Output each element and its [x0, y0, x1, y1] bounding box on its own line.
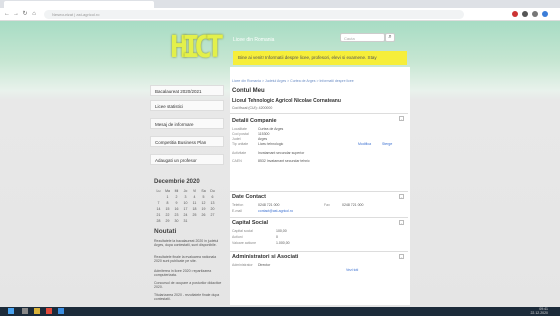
announcement-banner: Bine ai venit! Informatii despre licee, …: [233, 51, 407, 65]
url-text: Nesecurizat | ast-agricol.ro: [52, 12, 100, 17]
detail-row: Telefon 0248 721 000: [232, 203, 280, 207]
search-icon[interactable]: [22, 308, 28, 314]
reload-icon[interactable]: ↻: [22, 11, 28, 17]
calendar: Lu Ma Mi Jo Vi Sa Du 1 2 3 4 5 6 7 8 9 1…: [154, 189, 220, 225]
browser-icon[interactable]: [46, 308, 52, 314]
extension-icon[interactable]: [522, 11, 528, 17]
extension-icon[interactable]: [532, 11, 538, 17]
section-title: Administratori si Asociati: [232, 254, 299, 260]
detail-row: Cod postal 115300: [232, 132, 270, 136]
detail-row: Fax 0248 721 000: [324, 203, 364, 207]
detail-row: Judet Arges: [232, 137, 268, 141]
sidebar-item-business-plan[interactable]: Competitia Business Plan: [150, 136, 224, 147]
news-item[interactable]: Admiterea in licee 2020: repartizarea co…: [154, 269, 222, 278]
folder-icon[interactable]: [34, 308, 40, 314]
calendar-day[interactable]: 30: [172, 219, 181, 225]
app-icon[interactable]: [58, 308, 64, 314]
section-title: Detalii Companie: [232, 118, 277, 124]
browser-toolbar: ← → ↻ ⌂ Nesecurizat | ast-agricol.ro: [0, 8, 560, 21]
os-taskbar: 09:41 22.12.2020: [0, 307, 560, 316]
calendar-day[interactable]: [199, 219, 208, 225]
news-item[interactable]: Titularizarea 2020 - rezultatele finale …: [154, 293, 222, 302]
detail-row: Actiuni 0: [232, 235, 278, 239]
section-title: Capital Social: [232, 220, 269, 226]
main-panel: Licee din Romania > Judetul Arges > Curt…: [230, 67, 410, 305]
search-icon[interactable]: ⌕: [385, 33, 395, 42]
news-item[interactable]: Rezultatele la bacalaureat 2020 in judet…: [154, 239, 222, 248]
delete-link[interactable]: Sterge: [382, 142, 392, 146]
collapse-icon[interactable]: -: [399, 116, 404, 121]
collapse-icon[interactable]: -: [399, 254, 404, 259]
calendar-day[interactable]: 31: [181, 219, 190, 225]
home-icon[interactable]: ⌂: [31, 11, 37, 17]
school-name: Liceul Tehnologic Agricol Nicolae Cornat…: [232, 98, 341, 104]
search-input[interactable]: Cauta: [340, 33, 385, 42]
page-content: H I C T Licee din Romania Cauta ⌕ Bine a…: [0, 21, 560, 307]
detail-row: CAEN 8532 Invatamant secundar tehnic: [232, 159, 310, 163]
calendar-day[interactable]: [208, 219, 217, 225]
breadcrumb[interactable]: Licee din Romania > Judetul Arges > Curt…: [232, 79, 354, 83]
sidebar-item-statistici[interactable]: Licee statistici: [150, 100, 224, 111]
sidebar: Bacalaureat 2020/2021 Licee statistici M…: [150, 65, 228, 305]
detail-row: Localitate Curtea de Arges: [232, 127, 284, 131]
fiscal-code: Cod fiscal (CUI): 4200000: [232, 106, 273, 110]
sidebar-item-mesaj[interactable]: Mesaj de informare: [150, 118, 224, 129]
back-icon[interactable]: ←: [4, 11, 10, 17]
collapse-icon[interactable]: -: [399, 194, 404, 199]
detail-row: Administrator Director: [232, 263, 271, 267]
calendar-day[interactable]: 28: [154, 219, 163, 225]
browser-tabstrip: [0, 0, 560, 8]
calendar-day[interactable]: [190, 219, 199, 225]
calendar-day[interactable]: 29: [163, 219, 172, 225]
detail-row: Capital social 100,00: [232, 229, 287, 233]
page-title: Contul Meu: [232, 88, 265, 94]
news-item[interactable]: Rezultatele finale la evaluarea national…: [154, 255, 222, 264]
sidebar-item-bacalaureat[interactable]: Bacalaureat 2020/2021: [150, 85, 224, 96]
detail-row: Tip unitate Liceu tehnologic: [232, 142, 284, 146]
detail-row: Valoare actiune 1.000,00: [232, 241, 290, 245]
news-title: Noutati: [154, 228, 177, 235]
browser-tab[interactable]: [4, 1, 154, 8]
view-all-link[interactable]: Vezi toti: [346, 268, 358, 272]
sidebar-item-profesor[interactable]: Adaugati un profesor: [150, 154, 224, 165]
detail-row: E-mail contact@ast-agricol.ro: [232, 209, 294, 213]
news-item[interactable]: Concursul de ocupare a posturilor didact…: [154, 281, 222, 290]
detail-row: Activitate Invatamant secundar superior: [232, 151, 305, 155]
site-title[interactable]: Licee din Romania: [233, 37, 274, 43]
modify-link[interactable]: Modifica: [358, 142, 371, 146]
site-logo[interactable]: H I C T: [170, 31, 224, 65]
calendar-title: Decembrie 2020: [154, 179, 200, 185]
system-clock[interactable]: 09:41 22.12.2020: [530, 307, 548, 315]
section-title: Date Contact: [232, 194, 266, 200]
collapse-icon[interactable]: -: [399, 220, 404, 225]
profile-avatar[interactable]: [542, 11, 548, 17]
extension-icon[interactable]: [512, 11, 518, 17]
address-bar[interactable]: Nesecurizat | ast-agricol.ro: [44, 10, 464, 19]
forward-icon[interactable]: →: [13, 11, 19, 17]
start-icon[interactable]: [8, 308, 14, 314]
